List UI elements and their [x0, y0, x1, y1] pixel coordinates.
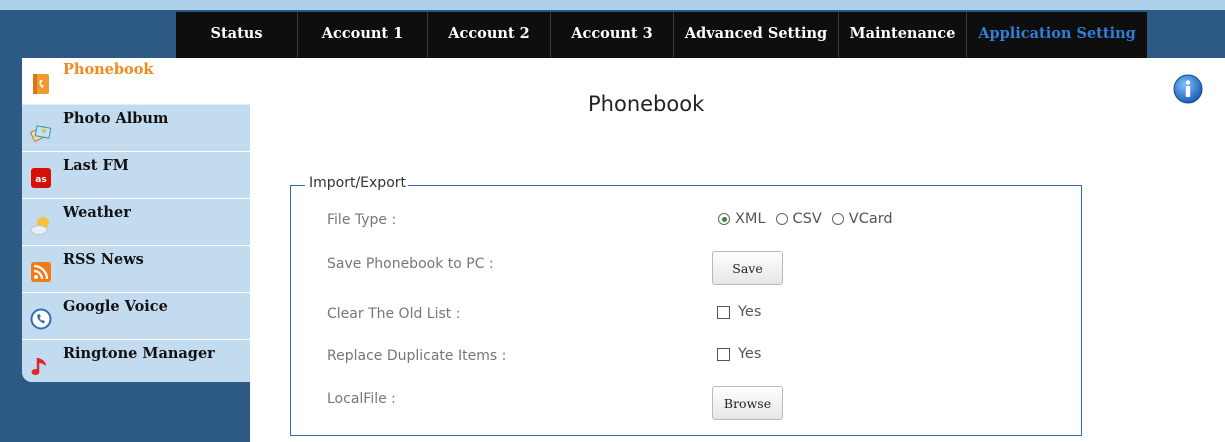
google-voice-icon — [30, 308, 52, 330]
ringtone-icon — [31, 358, 46, 375]
main-nav: Status Account 1 Account 2 Account 3 Adv… — [176, 12, 1147, 58]
replace-duplicate-yes-label: Yes — [738, 346, 762, 362]
sidebar-item-rss-news[interactable]: RSS News — [22, 246, 250, 293]
top-strip — [0, 0, 1225, 10]
weather-icon — [30, 217, 49, 235]
radio-label-vcard: VCard — [848, 211, 893, 227]
sidebar-item-last-fm[interactable]: as Last FM — [22, 152, 250, 199]
sidebar-item-ringtone-manager[interactable]: Ringtone Manager — [22, 340, 250, 382]
sidebar-item-google-voice[interactable]: Google Voice — [22, 293, 250, 340]
sidebar-item-label: Last FM — [63, 157, 129, 174]
radio-xml[interactable] — [718, 213, 730, 225]
clear-old-list-checkbox[interactable] — [717, 305, 730, 319]
replace-duplicate-checkbox[interactable] — [717, 347, 730, 361]
save-button[interactable]: Save — [712, 251, 783, 285]
svg-text:as: as — [35, 175, 46, 185]
sidebar-item-phonebook[interactable]: Phonebook — [22, 58, 250, 105]
tab-maintenance[interactable]: Maintenance — [839, 12, 967, 58]
radio-csv[interactable] — [775, 213, 788, 225]
radio-option-vcard: VCard — [831, 211, 893, 227]
radio-vcard[interactable] — [831, 213, 844, 225]
sidebar-item-label: RSS News — [63, 251, 144, 268]
radio-option-xml: XML — [718, 211, 766, 227]
sidebar-item-photo-album[interactable]: Photo Album — [22, 105, 250, 152]
clear-old-list-option: Yes — [717, 304, 761, 320]
sidebar-item-label: Phonebook — [63, 61, 154, 78]
rss-icon — [31, 262, 51, 282]
fieldset-legend: Import/Export — [305, 175, 409, 191]
photo-album-icon — [30, 125, 52, 142]
sidebar-item-label: Photo Album — [63, 110, 169, 127]
tab-account-2[interactable]: Account 2 — [428, 12, 551, 58]
sidebar-item-label: Google Voice — [63, 298, 168, 315]
file-type-radio-group: XML CSV VCard — [718, 211, 903, 227]
browse-button[interactable]: Browse — [712, 386, 783, 420]
radio-label-csv: CSV — [792, 211, 822, 227]
local-file-label: LocalFile : — [327, 391, 396, 407]
save-phonebook-label: Save Phonebook to PC : — [327, 256, 494, 272]
replace-duplicate-option: Yes — [717, 346, 761, 362]
sidebar-item-label: Ringtone Manager — [63, 345, 215, 362]
sidebar-item-weather[interactable]: Weather — [22, 199, 250, 246]
tab-account-3[interactable]: Account 3 — [551, 12, 674, 58]
sidebar: Phonebook Photo Album as Last FM Weather — [22, 58, 250, 382]
radio-option-csv: CSV — [775, 211, 822, 227]
tab-advanced-setting[interactable]: Advanced Setting — [674, 12, 839, 58]
clear-old-list-yes-label: Yes — [738, 304, 762, 320]
tab-status[interactable]: Status — [176, 12, 298, 58]
lastfm-icon: as — [31, 168, 51, 188]
tab-application-setting[interactable]: Application Setting — [967, 12, 1147, 58]
file-type-label: File Type : — [327, 212, 397, 228]
sidebar-item-label: Weather — [63, 204, 131, 221]
phonebook-icon — [33, 74, 49, 94]
replace-duplicate-label: Replace Duplicate Items : — [327, 348, 507, 364]
info-icon[interactable] — [1173, 74, 1203, 104]
tab-account-1[interactable]: Account 1 — [298, 12, 428, 58]
page-title: Phonebook — [588, 92, 705, 116]
clear-old-list-label: Clear The Old List : — [327, 306, 461, 322]
radio-label-xml: XML — [735, 211, 766, 227]
